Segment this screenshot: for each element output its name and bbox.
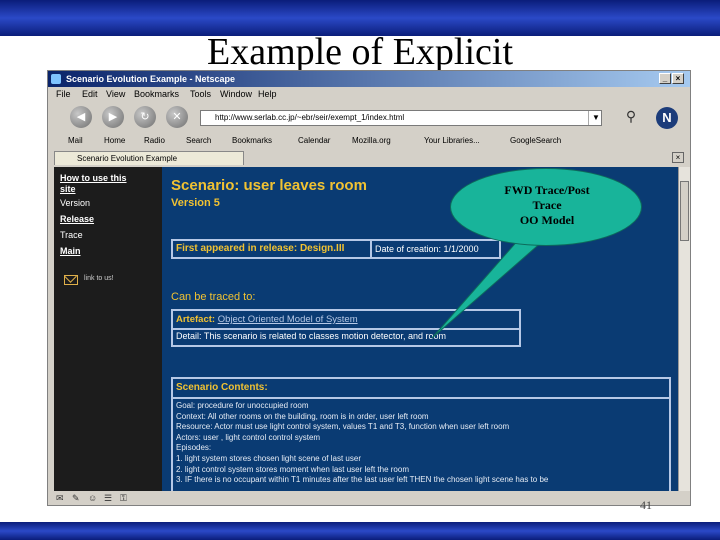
callout-bubble: FWD Trace/Post Trace OO Model: [450, 168, 642, 246]
callout-line: Trace: [532, 198, 562, 212]
callout-pointer: [431, 237, 546, 339]
slide-number: 41: [640, 498, 652, 512]
callout-line: FWD Trace/Post: [504, 183, 590, 197]
callout-tail: [431, 237, 546, 339]
callout-line: OO Model: [519, 213, 575, 227]
callout-text: FWD Trace/Post Trace OO Model: [451, 183, 643, 228]
bottom-decorative-band: [0, 522, 720, 540]
